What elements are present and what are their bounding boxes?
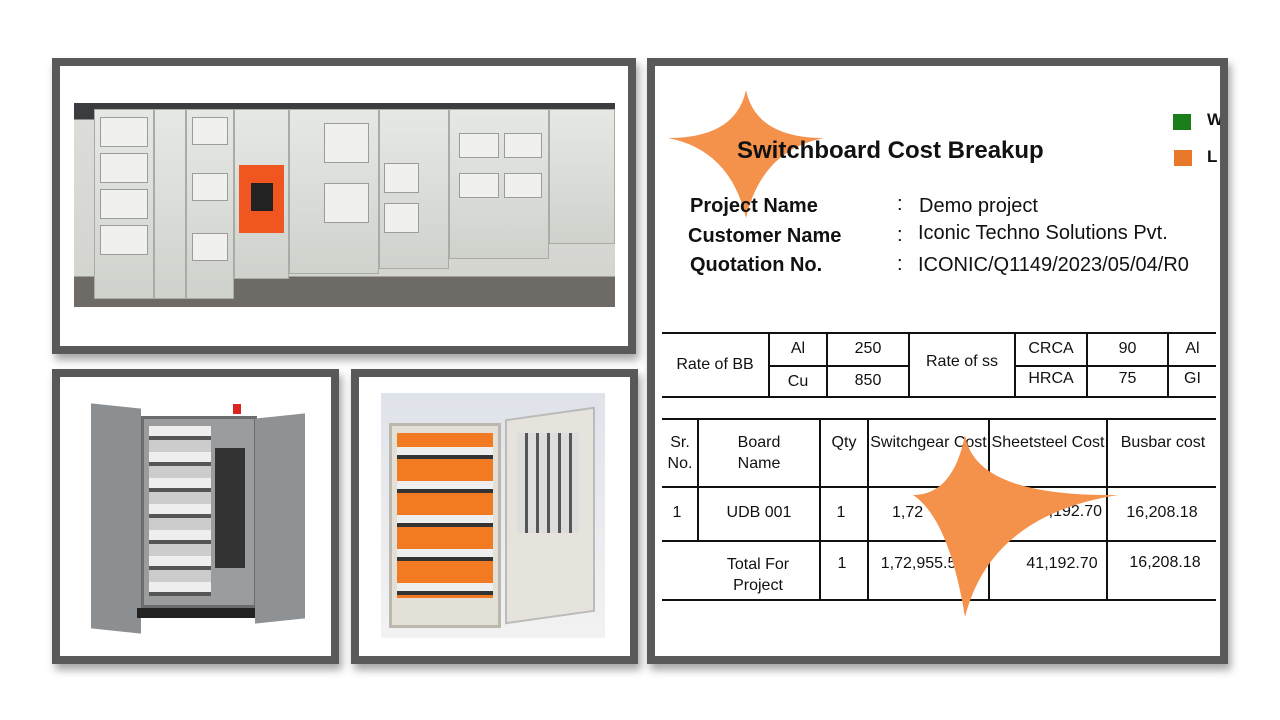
cost-breakup-slide-frame (647, 58, 1228, 664)
grey-panel-photo (73, 378, 317, 638)
panel-photo-frame-orange (351, 369, 638, 664)
orange-panel-photo (381, 393, 605, 638)
switchboard-row-photo (74, 103, 615, 307)
switchboard-row-photo-frame (52, 58, 636, 354)
panel-photo-frame-grey (52, 369, 339, 664)
